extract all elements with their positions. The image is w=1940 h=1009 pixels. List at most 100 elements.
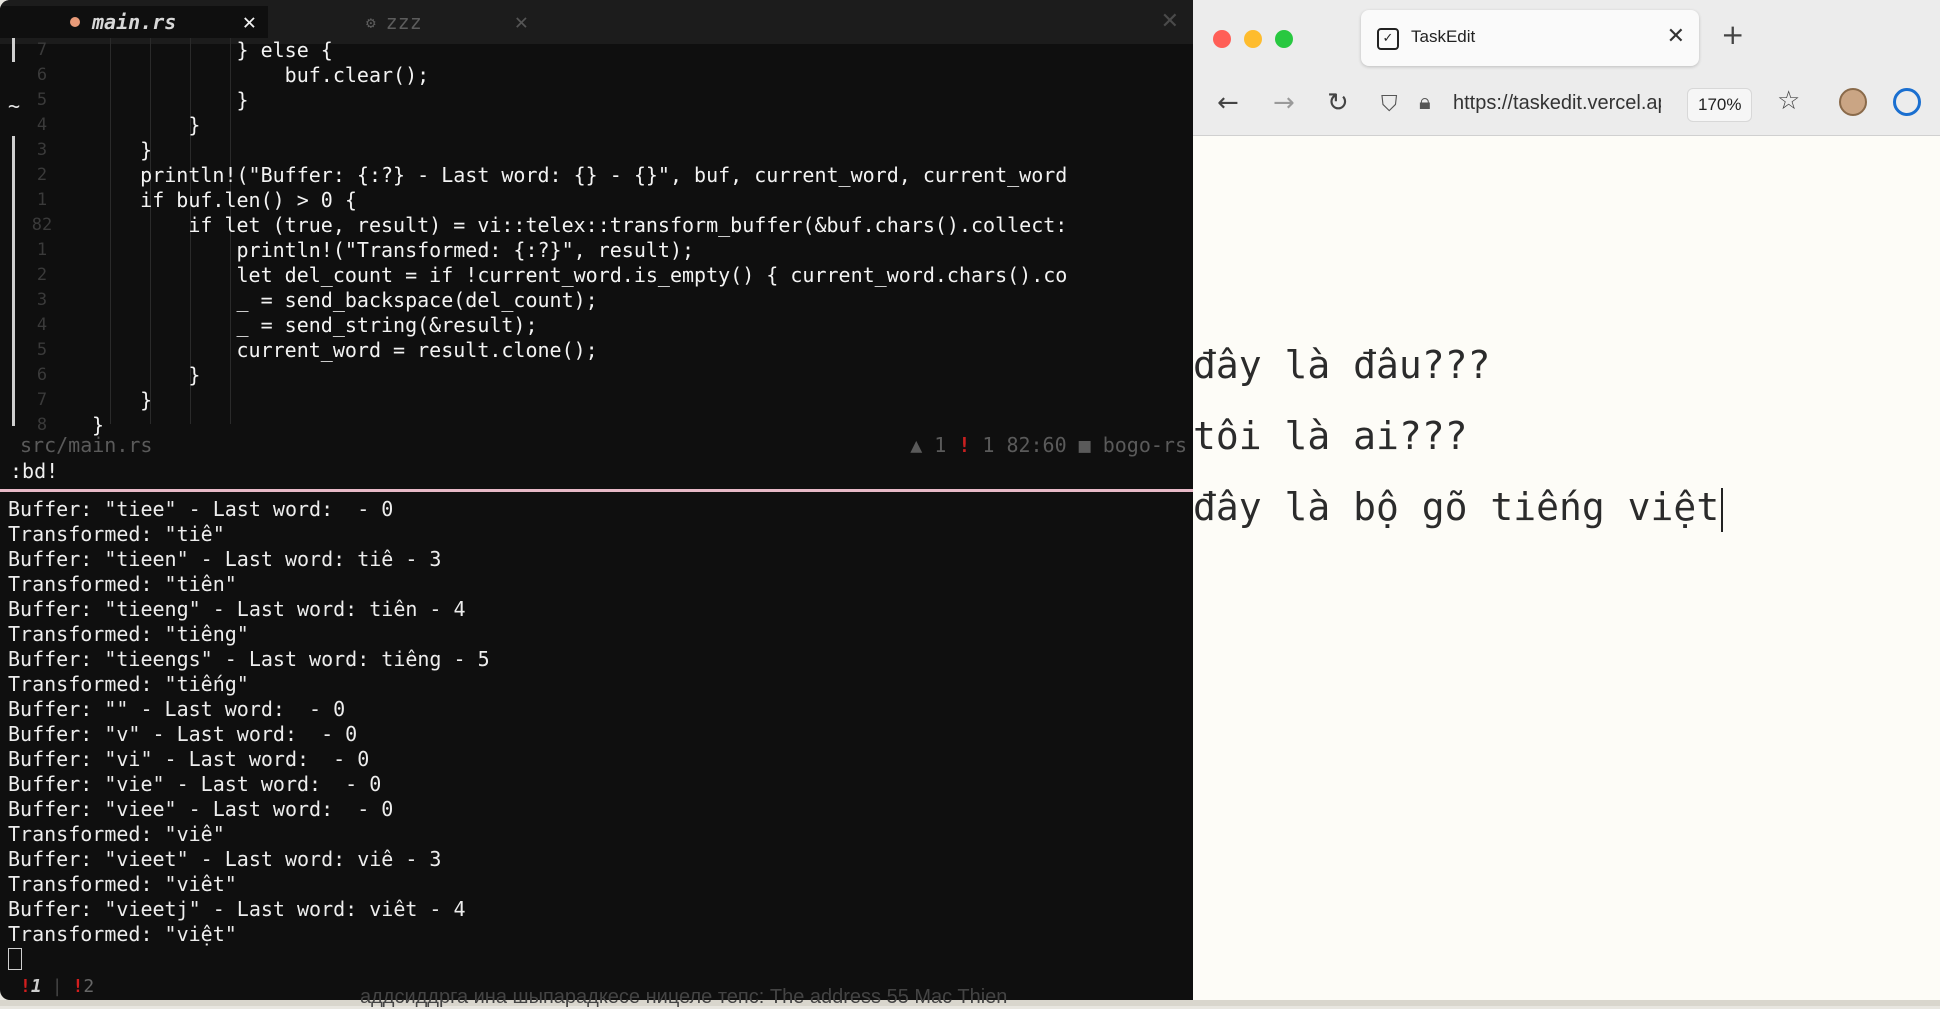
close-tab-icon[interactable]: ✕ <box>1667 24 1685 49</box>
output-line: Buffer: "tieen" - Last word: tiê - 3 <box>8 547 442 571</box>
code-text[interactable]: } <box>92 88 248 113</box>
navigation-bar: ← → ↻ ⛉ 🔒︎ https://taskedit.vercel.app 1… <box>1193 78 1940 132</box>
close-icon[interactable]: ✕ <box>243 10 256 35</box>
code-text[interactable]: } else { <box>92 38 332 63</box>
command-line[interactable]: :bd! <box>10 459 58 483</box>
close-icon[interactable]: ✕ <box>515 10 528 35</box>
terminal-window[interactable]: main.rs ✕ ⚙ zzz ✕ ✕ ~ 7 } else {6 buf.cl… <box>0 0 1193 1000</box>
code-text[interactable]: } <box>92 363 200 388</box>
cursor-position: 82:60 <box>1006 433 1067 457</box>
output-line: Buffer: "v" - Last word: - 0 <box>8 722 358 746</box>
line-number: 82 <box>31 215 53 235</box>
browser-chrome: ✓ TaskEdit ✕ + ← → ↻ ⛉ 🔒︎ https://tasked… <box>1193 0 1940 136</box>
error-icon: ! <box>958 433 971 457</box>
code-line[interactable]: 5 current_word = result.clone(); <box>0 338 1193 363</box>
checkbox-favicon-icon: ✓ <box>1377 28 1399 50</box>
tab-main-rs[interactable]: main.rs ✕ <box>0 6 268 38</box>
line-number: 1 <box>36 190 48 210</box>
output-line: Buffer: "vie" - Last word: - 0 <box>8 772 382 796</box>
code-text[interactable]: if buf.len() > 0 { <box>92 188 357 213</box>
lock-icon[interactable]: 🔒︎ <box>1419 90 1431 115</box>
modified-dot-icon <box>70 17 80 27</box>
pane-2-indicator[interactable]: !2 <box>73 976 95 997</box>
line-number: 3 <box>36 140 48 160</box>
document-editor[interactable]: đây là đâu??? tôi là ai??? đây là bộ gõ … <box>1193 330 1724 543</box>
output-line: Buffer: "vieet" - Last word: viê - 3 <box>8 847 442 871</box>
code-line[interactable]: 6 } <box>0 363 1193 388</box>
line-number: 5 <box>36 90 48 110</box>
code-line[interactable]: 2 println!("Buffer: {:?} - Last word: {}… <box>0 163 1193 188</box>
warning-count: 1 <box>934 433 947 457</box>
code-text[interactable]: println!("Buffer: {:?} - Last word: {} -… <box>92 163 1067 188</box>
output-line: Transformed: "viêt" <box>8 872 237 896</box>
code-text[interactable]: current_word = result.clone(); <box>92 338 597 363</box>
line-number: 1 <box>36 240 48 260</box>
account-icon[interactable] <box>1893 88 1921 116</box>
browser-tab-taskedit[interactable]: ✓ TaskEdit ✕ <box>1361 10 1699 66</box>
code-editor[interactable]: ~ 7 } else {6 buf.clear(); 5 } 4 } 3 } 2 pri… <box>0 38 1193 438</box>
code-line[interactable]: 3 _ = send_backspace(del_count); <box>0 288 1193 313</box>
code-line[interactable]: 6 buf.clear(); <box>0 63 1193 88</box>
terminal-cursor <box>8 948 22 970</box>
back-arrow-icon[interactable]: ← <box>1217 88 1239 118</box>
code-line[interactable]: 2 let del_count = if !current_word.is_em… <box>0 263 1193 288</box>
code-text[interactable]: } <box>92 113 200 138</box>
bookmark-star-icon[interactable]: ☆ <box>1777 86 1800 116</box>
close-all-icon[interactable]: ✕ <box>1161 9 1179 34</box>
output-line: Buffer: "" - Last word: - 0 <box>8 697 346 721</box>
code-line[interactable]: 1 if buf.len() > 0 { <box>0 188 1193 213</box>
window-minimize-button[interactable] <box>1244 30 1262 48</box>
tab-zzz[interactable]: ⚙ zzz ✕ <box>272 6 540 38</box>
output-line: Buffer: "vieetj" - Last word: viêt - 4 <box>8 897 466 921</box>
doc-line[interactable]: đây là đâu??? <box>1193 330 1723 401</box>
forward-arrow-icon[interactable]: → <box>1273 88 1295 118</box>
status-file-path: src/main.rs <box>20 433 153 457</box>
doc-line[interactable]: đây là bộ gõ tiếng việt <box>1193 472 1724 543</box>
line-number: 3 <box>36 290 48 310</box>
code-text[interactable]: _ = send_backspace(del_count); <box>92 288 597 313</box>
code-line[interactable]: 4 } <box>0 113 1193 138</box>
doc-line[interactable]: tôi là ai??? <box>1193 401 1723 472</box>
output-line: Transformed: "tiêng" <box>8 622 249 646</box>
code-line[interactable]: 82 if let (true, result) = vi::telex::tr… <box>0 213 1193 238</box>
window-maximize-button[interactable] <box>1275 30 1293 48</box>
code-text[interactable]: println!("Transformed: {:?}", result); <box>92 238 694 263</box>
shield-icon[interactable]: ⛉ <box>1381 92 1398 117</box>
line-number: 5 <box>36 340 48 360</box>
code-text[interactable]: } <box>92 138 152 163</box>
project-name: bogo-rs <box>1102 433 1187 457</box>
line-number: 7 <box>36 390 48 410</box>
browser-window[interactable]: ✓ TaskEdit ✕ + ← → ↻ ⛉ 🔒︎ https://tasked… <box>1193 0 1940 1000</box>
pane-1-indicator[interactable]: !1 <box>20 976 42 997</box>
url-text[interactable]: https://taskedit.vercel.app <box>1453 92 1661 115</box>
line-number: 4 <box>36 115 48 135</box>
terminal-output[interactable]: Buffer: "tiee" - Last word: - 0 Transform… <box>8 497 1188 947</box>
code-text[interactable]: _ = send_string(&result); <box>92 313 537 338</box>
code-line[interactable]: 7 } else { <box>0 38 1193 63</box>
warning-icon: ▲ <box>910 433 923 457</box>
code-text[interactable]: let del_count = if !current_word.is_empt… <box>92 263 1067 288</box>
code-line[interactable]: 5 } <box>0 88 1193 113</box>
code-text[interactable]: if let (true, result) = vi::telex::trans… <box>92 213 1067 238</box>
code-line[interactable]: 3 } <box>0 138 1193 163</box>
tab-label: zzz <box>385 10 422 34</box>
window-close-button[interactable] <box>1213 30 1231 48</box>
code-line[interactable]: 7 } <box>0 388 1193 413</box>
output-line: Transformed: "tiếng" <box>8 672 249 696</box>
line-number: 6 <box>36 65 48 85</box>
browser-tab-title: TaskEdit <box>1411 27 1476 46</box>
new-tab-icon[interactable]: + <box>1721 18 1744 51</box>
line-number: 2 <box>36 165 48 185</box>
extension-avatar-icon[interactable] <box>1839 88 1867 116</box>
tab-label: main.rs <box>92 10 177 34</box>
code-line[interactable]: 4 _ = send_string(&result); <box>0 313 1193 338</box>
code-line[interactable]: 1 println!("Transformed: {:?}", result); <box>0 238 1193 263</box>
zoom-level-badge[interactable]: 170% <box>1687 88 1753 122</box>
code-text[interactable]: } <box>92 388 152 413</box>
output-line: Transformed: "việt" <box>8 922 237 946</box>
line-number: 4 <box>36 315 48 335</box>
pane-divider[interactable] <box>0 489 1193 492</box>
url-bar[interactable]: ⛉ 🔒︎ https://taskedit.vercel.app <box>1381 84 1687 126</box>
reload-icon[interactable]: ↻ <box>1327 88 1349 118</box>
code-text[interactable]: buf.clear(); <box>92 63 430 88</box>
